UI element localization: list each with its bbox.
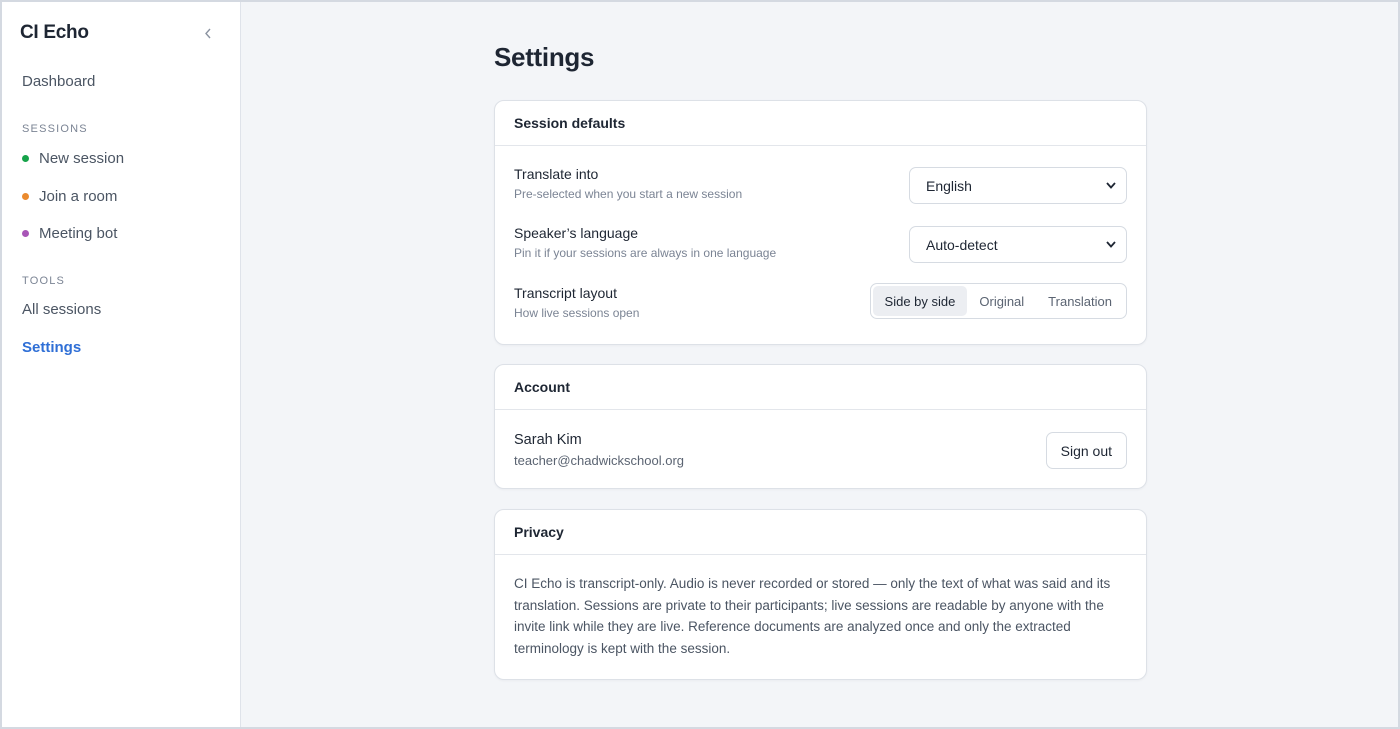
status-dot: [22, 193, 29, 200]
sidebar-item-join-a-room[interactable]: Join a room: [22, 188, 117, 205]
speaker-language-select[interactable]: Auto-detect: [909, 226, 1127, 263]
sidebar-item-label: Meeting bot: [39, 225, 118, 242]
privacy-card: Privacy CI Echo is transcript-only. Audi…: [494, 509, 1147, 680]
sidebar-item-all-sessions[interactable]: All sessions: [22, 301, 101, 318]
status-dot: [22, 230, 29, 237]
sidebar-item-meeting-bot[interactable]: Meeting bot: [22, 225, 117, 242]
account-info: Sarah Kim teacher@chadwickschool.org: [514, 432, 684, 468]
app-window: CI Echo Dashboard SESSIONS New session J…: [0, 0, 1400, 729]
chevron-down-icon: [1106, 239, 1116, 251]
transcript-layout-row: Transcript layout How live sessions open…: [514, 283, 1127, 325]
speaker-language-row: Speaker’s language Pin it if your sessio…: [514, 225, 1127, 265]
main-content: Settings Session defaults Translate into…: [241, 2, 1398, 727]
chevron-down-icon: [1106, 180, 1116, 192]
sidebar-item-label: Dashboard: [22, 73, 96, 90]
sidebar-item-label: Settings: [22, 339, 82, 356]
sidebar-item-dashboard[interactable]: Dashboard: [22, 73, 95, 90]
sidebar: CI Echo Dashboard SESSIONS New session J…: [2, 2, 241, 727]
sidebar-item-new-session[interactable]: New session: [22, 150, 124, 167]
layout-option-original[interactable]: Original: [967, 286, 1036, 316]
sidebar-item-label: New session: [39, 150, 125, 167]
sign-out-button[interactable]: Sign out: [1045, 432, 1127, 469]
app-title: CI Echo: [20, 22, 89, 43]
translate-into-select[interactable]: English: [909, 167, 1127, 204]
section-label-tools: TOOLS: [22, 275, 66, 287]
sidebar-item-label: All sessions: [22, 301, 102, 318]
session-defaults-card: Session defaults Translate into Pre-sele…: [494, 100, 1147, 345]
card-header: Session defaults: [495, 101, 1146, 146]
card-header: Privacy: [495, 510, 1146, 555]
transcript-layout-toggle: Side by side Original Translation: [869, 283, 1127, 319]
page-title: Settings: [494, 42, 595, 72]
sidebar-item-settings[interactable]: Settings: [22, 339, 81, 356]
layout-option-side-by-side[interactable]: Side by side: [872, 286, 968, 316]
privacy-text: CI Echo is transcript-only. Audio is nev…: [514, 576, 1111, 656]
status-dot: [22, 155, 29, 162]
layout-option-translation[interactable]: Translation: [1036, 286, 1124, 316]
account-email: teacher@chadwickschool.org: [514, 453, 685, 468]
chevron-left-icon[interactable]: [200, 24, 216, 42]
account-name: Sarah Kim: [514, 432, 582, 448]
account-card: Account Sarah Kim teacher@chadwickschool…: [494, 364, 1147, 489]
card-header: Account: [495, 365, 1146, 410]
select-value: English: [926, 177, 972, 194]
sidebar-item-label: Join a room: [39, 188, 118, 205]
translate-into-row: Translate into Pre-selected when you sta…: [514, 166, 1127, 206]
section-label-sessions: SESSIONS: [22, 123, 88, 135]
select-value: Auto-detect: [926, 236, 998, 253]
